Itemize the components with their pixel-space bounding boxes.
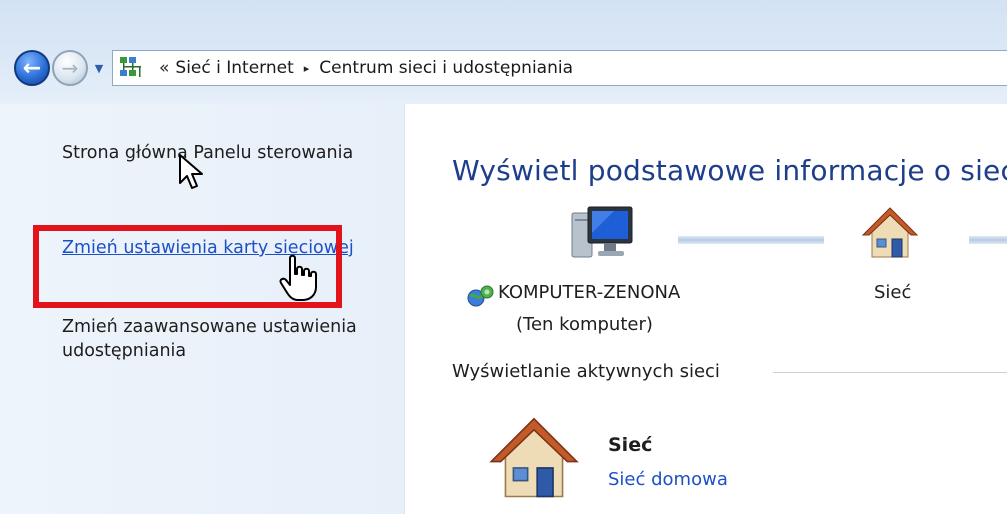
- navigation-bar: ← → ▼ « Sieć i Internet ▸ Centrum sieci …: [8, 47, 1007, 93]
- breadcrumb-overflow[interactable]: «: [159, 58, 169, 78]
- forward-button[interactable]: →: [52, 50, 88, 86]
- network-type-link[interactable]: Sieć domowa: [608, 469, 728, 490]
- active-network-name: Sieć: [608, 434, 653, 456]
- back-button[interactable]: ←: [14, 50, 50, 86]
- computer-name: KOMPUTER-ZENONA: [498, 282, 681, 303]
- connection-line: [969, 236, 1007, 244]
- page-title: Wyświetl podstawowe informacje o sieci: [452, 154, 1007, 187]
- house-icon: [861, 207, 919, 258]
- breadcrumb-separator-icon[interactable]: ▸: [304, 62, 310, 75]
- address-bar[interactable]: « Sieć i Internet ▸ Centrum sieci i udos…: [112, 50, 1007, 86]
- recent-pages-button[interactable]: ▼: [92, 59, 106, 77]
- chevron-down-icon: ▼: [94, 61, 104, 75]
- connection-line: [678, 236, 824, 244]
- forward-arrow-icon: →: [61, 56, 79, 80]
- active-networks-heading: Wyświetlanie aktywnych sieci: [452, 361, 720, 382]
- window-chrome: ← → ▼ « Sieć i Internet ▸ Centrum sieci …: [0, 0, 1007, 104]
- computer-subtitle: (Ten komputer): [516, 314, 653, 335]
- section-divider: [773, 372, 1007, 373]
- change-advanced-sharing-link[interactable]: Zmień zaawansowane ustawienia udostępnia…: [62, 315, 362, 363]
- globe-icon: [467, 285, 494, 307]
- breadcrumb-item-network-center[interactable]: Centrum sieci i udostępniania: [319, 58, 573, 78]
- mouse-pointer-icon: [179, 154, 203, 189]
- house-icon: [489, 417, 579, 498]
- breadcrumb-item-network-internet[interactable]: Sieć i Internet: [175, 58, 293, 78]
- computer-icon: [571, 206, 633, 258]
- network-node-label: Sieć: [874, 282, 912, 303]
- back-arrow-icon: ←: [22, 55, 42, 81]
- network-icon: [120, 57, 141, 77]
- hand-pointer-icon: [279, 254, 317, 301]
- control-panel-home-link[interactable]: Strona główna Panelu sterowania: [62, 141, 362, 165]
